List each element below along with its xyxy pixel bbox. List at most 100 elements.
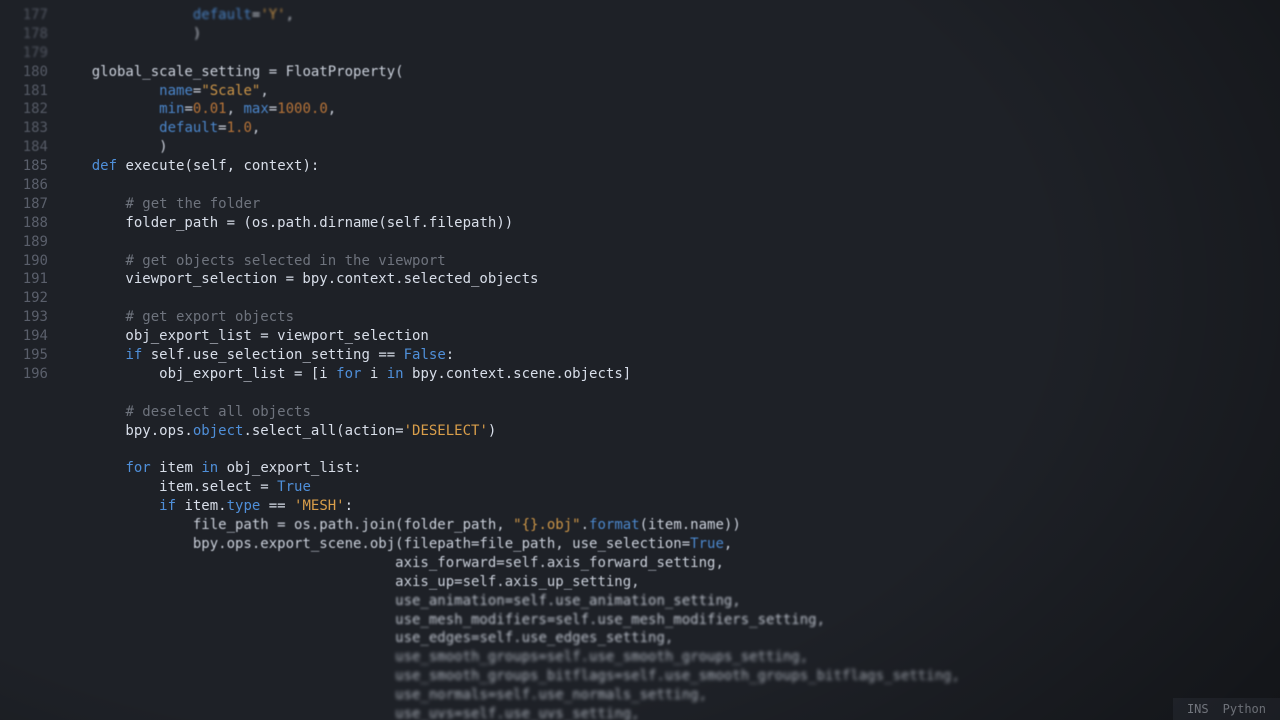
code-line[interactable]: use_smooth_groups_bitflags=self.use_smoo… — [58, 667, 1280, 686]
code-token: 'MESH' — [294, 498, 345, 514]
code-token: for — [336, 366, 361, 382]
code-token: if — [159, 498, 176, 514]
code-line[interactable]: use_smooth_groups=self.use_smooth_groups… — [58, 648, 1280, 667]
code-token: 'Y' — [260, 7, 285, 23]
code-token — [58, 498, 159, 514]
code-line[interactable]: bpy.ops.export_scene.obj(filepath=file_p… — [58, 535, 1280, 554]
code-line[interactable]: min=0.01, max=1000.0, — [58, 100, 1280, 119]
code-line[interactable]: # get objects selected in the viewport — [58, 252, 1280, 271]
code-line[interactable]: if self.use_selection_setting == False: — [58, 346, 1280, 365]
code-token: axis_up= — [58, 574, 463, 590]
code-token: , context): — [227, 158, 320, 174]
code-area[interactable]: default='Y', ) global_scale_setting = Fl… — [58, 0, 1280, 720]
code-line[interactable] — [58, 384, 1280, 403]
code-line[interactable]: obj_export_list = viewport_selection — [58, 327, 1280, 346]
code-line[interactable]: default=1.0, — [58, 119, 1280, 138]
code-token: .use_uvs_setting, — [496, 706, 639, 720]
line-number: 188 — [0, 214, 48, 233]
line-number: 179 — [0, 44, 48, 63]
code-token: .use_edges_setting, — [513, 630, 673, 646]
code-line[interactable]: viewport_selection = bpy.context.selecte… — [58, 270, 1280, 289]
code-line[interactable]: use_edges=self.use_edges_setting, — [58, 629, 1280, 648]
code-token: axis_forward= — [58, 555, 505, 571]
line-number — [0, 497, 48, 516]
line-number — [0, 535, 48, 554]
code-token: if — [125, 347, 142, 363]
code-token: .use_animation_setting, — [547, 593, 741, 609]
code-token: self — [151, 347, 185, 363]
code-line[interactable]: name="Scale", — [58, 82, 1280, 101]
code-token: = — [184, 101, 192, 117]
code-token: obj_export_list: — [218, 460, 361, 476]
line-number — [0, 478, 48, 497]
code-line[interactable]: default='Y', — [58, 6, 1280, 25]
line-number: 182 — [0, 100, 48, 119]
line-number: 195 — [0, 346, 48, 365]
line-number — [0, 686, 48, 705]
code-line[interactable]: axis_up=self.axis_up_setting, — [58, 573, 1280, 592]
code-line[interactable]: if item.type == 'MESH': — [58, 497, 1280, 516]
code-line[interactable]: ) — [58, 138, 1280, 157]
code-line[interactable]: # get export objects — [58, 308, 1280, 327]
code-token: self — [463, 574, 497, 590]
language-indicator: Python — [1223, 702, 1266, 716]
code-token: obj_export_list = viewport_selection — [58, 328, 429, 344]
code-line[interactable]: file_path = os.path.join(folder_path, "{… — [58, 516, 1280, 535]
code-token — [58, 83, 159, 99]
line-number: 177 — [0, 6, 48, 25]
code-line[interactable]: item.select = True — [58, 478, 1280, 497]
code-token — [58, 7, 193, 23]
code-line[interactable]: obj_export_list = [i for i in bpy.contex… — [58, 365, 1280, 384]
code-line[interactable] — [58, 289, 1280, 308]
code-token: self — [505, 555, 539, 571]
code-line[interactable] — [58, 233, 1280, 252]
line-number — [0, 629, 48, 648]
code-token: name — [159, 83, 193, 99]
code-line[interactable]: use_mesh_modifiers=self.use_mesh_modifie… — [58, 611, 1280, 630]
code-line[interactable]: for item in obj_export_list: — [58, 459, 1280, 478]
code-token: # deselect all objects — [125, 404, 310, 420]
code-line[interactable] — [58, 44, 1280, 63]
line-number: 180 — [0, 63, 48, 82]
code-line[interactable]: use_animation=self.use_animation_setting… — [58, 592, 1280, 611]
code-token: = — [218, 120, 226, 136]
code-token: use_smooth_groups_bitflags= — [58, 668, 623, 684]
line-number: 193 — [0, 308, 48, 327]
code-line[interactable]: # deselect all objects — [58, 403, 1280, 422]
code-token: # get objects selected in the viewport — [125, 253, 445, 269]
code-line[interactable]: def execute(self, context): — [58, 157, 1280, 176]
code-token — [58, 347, 125, 363]
code-line[interactable]: axis_forward=self.axis_forward_setting, — [58, 554, 1280, 573]
code-token: in — [387, 366, 404, 382]
code-line[interactable]: bpy.ops.object.select_all(action='DESELE… — [58, 422, 1280, 441]
code-line[interactable] — [58, 440, 1280, 459]
code-token: True — [277, 479, 311, 495]
code-token: .use_smooth_groups_setting, — [581, 649, 809, 665]
code-token: ) — [488, 423, 496, 439]
line-number: 194 — [0, 327, 48, 346]
code-line[interactable]: use_uvs=self.use_uvs_setting, — [58, 705, 1280, 720]
line-number: 187 — [0, 195, 48, 214]
code-token: ( — [395, 64, 403, 80]
code-line[interactable] — [58, 176, 1280, 195]
code-token: 1.0 — [227, 120, 252, 136]
code-token — [58, 158, 92, 174]
code-line[interactable]: ) — [58, 25, 1280, 44]
code-token: : — [345, 498, 353, 514]
code-token: self — [193, 158, 227, 174]
code-line[interactable]: folder_path = (os.path.dirname(self.file… — [58, 214, 1280, 233]
code-token — [58, 309, 125, 325]
line-number — [0, 384, 48, 403]
code-token: , — [286, 7, 294, 23]
code-token: use_mesh_modifiers= — [58, 612, 555, 628]
code-line[interactable]: use_normals=self.use_normals_setting, — [58, 686, 1280, 705]
code-token: use_animation= — [58, 593, 513, 609]
code-token: global_scale_setting — [92, 64, 261, 80]
code-editor-view[interactable]: 1771781791801811821831841851861871881891… — [0, 0, 1280, 720]
code-line[interactable]: global_scale_setting = FloatProperty( — [58, 63, 1280, 82]
code-token: use_edges= — [58, 630, 479, 646]
code-token: bpy.ops.export_scene.obj(filepath=file_p… — [58, 536, 690, 552]
code-token: . — [581, 517, 589, 533]
code-token — [58, 460, 125, 476]
code-line[interactable]: # get the folder — [58, 195, 1280, 214]
